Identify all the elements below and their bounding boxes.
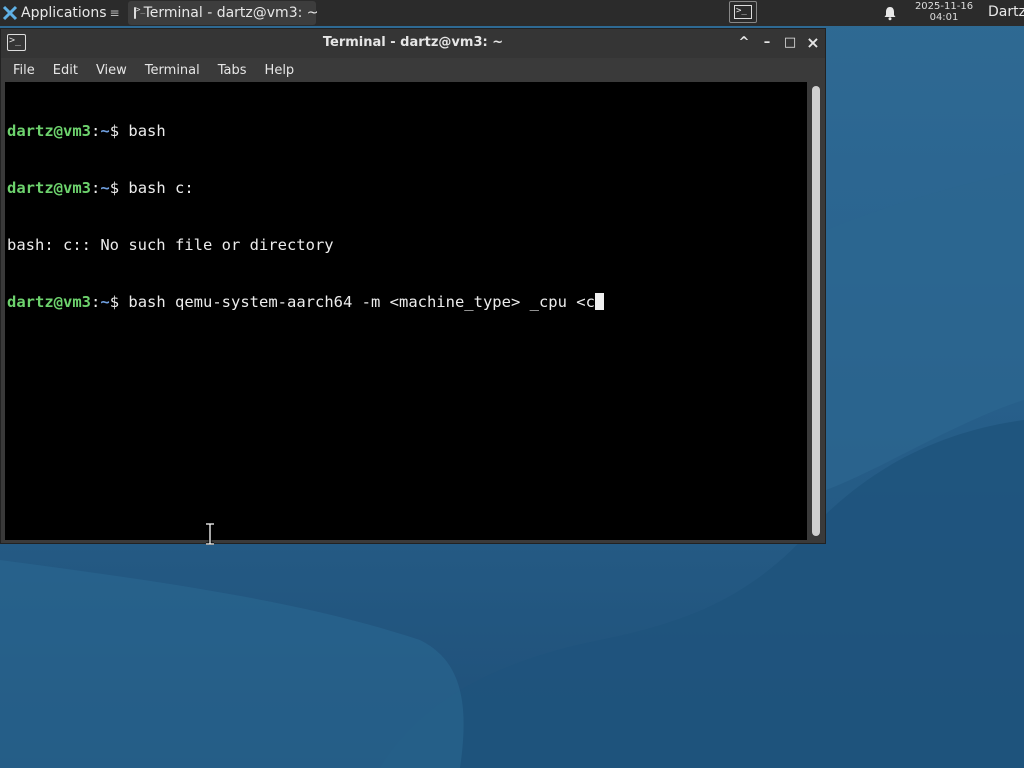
terminal-window: >_ Terminal - dartz@vm3: ~ ^ – □ × File … xyxy=(0,28,826,544)
shade-button[interactable]: ^ xyxy=(736,35,752,51)
menu-file[interactable]: File xyxy=(7,63,41,78)
prompt-user: dartz@vm3 xyxy=(7,122,91,140)
scrollbar-thumb[interactable] xyxy=(812,86,820,536)
prompt-colon: : xyxy=(91,179,101,197)
applications-menu-button[interactable]: Applications ≡ xyxy=(0,0,124,26)
menu-tabs[interactable]: Tabs xyxy=(212,63,253,78)
terminal-launcher-icon: >_ xyxy=(734,5,752,19)
menu-indicator-icon: ≡ xyxy=(109,6,120,20)
terminal-line: dartz@vm3:~$ bash qemu-system-aarch64 -m… xyxy=(7,293,807,312)
bell-icon[interactable] xyxy=(882,5,898,21)
applications-label: Applications xyxy=(21,5,107,21)
terminal-icon xyxy=(133,5,145,19)
taskbar-terminal-button[interactable]: Terminal - dartz@vm3: ~ xyxy=(127,1,319,25)
vertical-scrollbar[interactable] xyxy=(809,82,823,540)
prompt-symbol: $ xyxy=(109,293,129,311)
text-cursor xyxy=(594,293,604,310)
menu-edit[interactable]: Edit xyxy=(47,63,84,78)
menu-terminal[interactable]: Terminal xyxy=(139,63,206,78)
output-text: bash: c:: No such file or directory xyxy=(7,236,334,254)
taskbar-terminal-label: Terminal - dartz@vm3: ~ xyxy=(143,5,319,21)
prompt-colon: : xyxy=(91,122,101,140)
terminal-line: dartz@vm3:~$ bash xyxy=(7,122,807,141)
window-titlebar[interactable]: >_ Terminal - dartz@vm3: ~ ^ – □ × xyxy=(1,29,825,58)
terminal-output[interactable]: dartz@vm3:~$ bash dartz@vm3:~$ bash c: b… xyxy=(5,82,807,540)
clock-date: 2025-11-16 xyxy=(914,1,974,12)
clock[interactable]: 2025-11-16 04:01 xyxy=(908,1,980,23)
clock-time: 04:01 xyxy=(929,12,959,23)
command-input[interactable]: bash qemu-system-aarch64 -m <machine_typ… xyxy=(128,293,595,311)
maximize-button[interactable]: □ xyxy=(782,35,798,51)
close-button[interactable]: × xyxy=(805,35,821,51)
menu-help[interactable]: Help xyxy=(259,63,301,78)
menu-view[interactable]: View xyxy=(90,63,133,78)
user-menu-button[interactable]: Dartz xyxy=(988,4,1024,20)
prompt-colon: : xyxy=(91,293,101,311)
prompt-symbol: $ xyxy=(109,179,129,197)
terminal-launcher-button[interactable]: >_ xyxy=(729,1,757,23)
ibeam-cursor-icon xyxy=(206,523,214,545)
command-text: bash c: xyxy=(128,179,194,197)
menu-bar: File Edit View Terminal Tabs Help xyxy=(1,58,825,82)
terminal-line: dartz@vm3:~$ bash c: xyxy=(7,179,807,198)
prompt-dir: ~ xyxy=(100,179,110,197)
terminal-line: bash: c:: No such file or directory xyxy=(7,236,807,255)
minimize-button[interactable]: – xyxy=(759,35,775,51)
applications-icon xyxy=(2,5,18,21)
top-panel: Applications ≡ Terminal - dartz@vm3: ~ >… xyxy=(0,0,1024,26)
window-title: Terminal - dartz@vm3: ~ xyxy=(322,35,504,50)
prompt-user: dartz@vm3 xyxy=(7,179,91,197)
prompt-dir: ~ xyxy=(100,293,110,311)
prompt-symbol: $ xyxy=(109,122,129,140)
command-text: bash xyxy=(128,122,166,140)
prompt-user: dartz@vm3 xyxy=(7,293,91,311)
prompt-dir: ~ xyxy=(100,122,110,140)
